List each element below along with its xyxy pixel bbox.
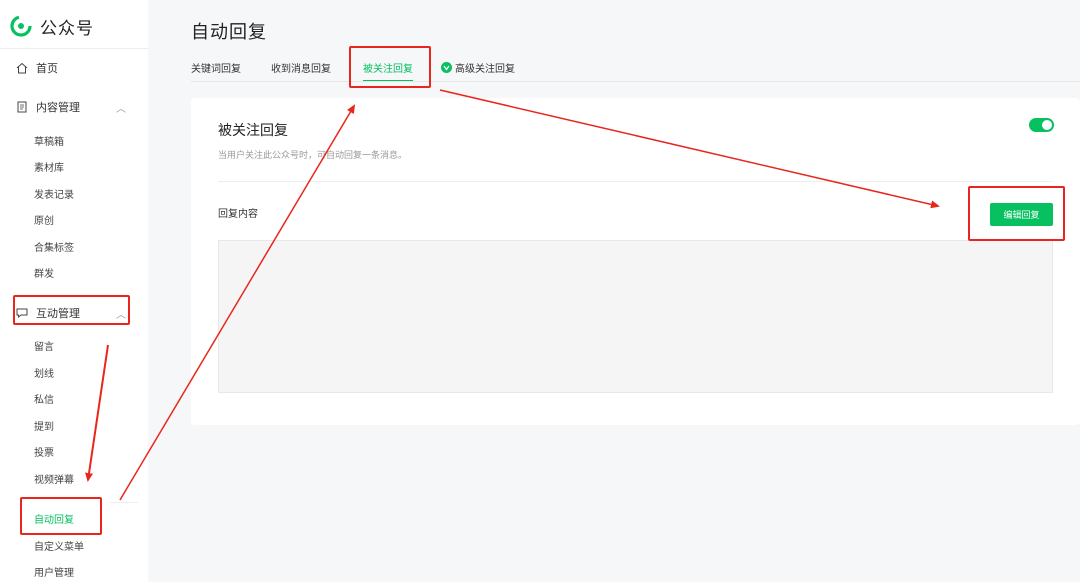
card-title: 被关注回复: [218, 123, 288, 139]
sidebar-divider: [110, 502, 138, 503]
reply-content-label: 回复内容: [218, 209, 258, 220]
sidebar-item-home[interactable]: 首页: [16, 58, 58, 78]
card-description: 当用户关注此公众号时，可自动回复一条消息。: [218, 151, 408, 161]
logo-divider: [0, 48, 148, 49]
sidebar-item-votes[interactable]: 投票: [34, 446, 54, 462]
sidebar-item-custom-menu[interactable]: 自定义菜单: [34, 540, 84, 556]
chevron-up-icon: ︿: [116, 103, 126, 115]
document-icon: [17, 101, 27, 113]
sidebar-item-mass-send[interactable]: 群发: [34, 267, 54, 283]
sidebar-item-highlights[interactable]: 划线: [34, 367, 54, 383]
sidebar-item-materials[interactable]: 素材库: [34, 161, 64, 177]
sidebar-item-mentions[interactable]: 提到: [34, 420, 54, 436]
sidebar-item-drafts[interactable]: 草稿箱: [34, 135, 64, 151]
sidebar-item-label: 首页: [36, 62, 58, 75]
follow-reply-toggle[interactable]: [1029, 118, 1054, 132]
highlight-box-edit-button: [968, 186, 1065, 241]
sidebar-item-user-mgmt[interactable]: 用户管理: [34, 566, 74, 582]
highlight-box-auto-reply: [20, 497, 102, 535]
tab-label: 高级关注回复: [455, 64, 515, 75]
sidebar-item-comments[interactable]: 留言: [34, 340, 54, 356]
sidebar-item-collections[interactable]: 合集标签: [34, 241, 74, 257]
page-title: 自动回复: [191, 22, 267, 43]
sidebar-group-content[interactable]: 内容管理 ︿: [16, 97, 126, 117]
sidebar-item-messages[interactable]: 私信: [34, 393, 54, 409]
highlight-box-interaction: [13, 295, 130, 325]
check-badge-icon: [441, 62, 452, 73]
tabs-border: [191, 81, 1080, 82]
follow-reply-card: 被关注回复 当用户关注此公众号时，可自动回复一条消息。 回复内容 编辑回复: [191, 98, 1080, 425]
sidebar-group-label: 内容管理: [36, 101, 80, 114]
logo-text: 公众号: [40, 18, 94, 39]
sidebar-item-video-danmaku[interactable]: 视频弹幕: [34, 473, 74, 489]
tab-advanced-follow-reply[interactable]: 高级关注回复: [441, 62, 515, 78]
reply-content-box[interactable]: [218, 240, 1053, 393]
sidebar-item-original[interactable]: 原创: [34, 214, 54, 230]
sidebar: 公众号 首页 内容管理 ︿ 草稿箱 素材库 发表记录 原创 合集标签 群发 互动…: [0, 0, 148, 582]
card-divider: [218, 181, 1053, 182]
wechat-mp-logo-icon: [10, 15, 32, 37]
tab-keyword-reply[interactable]: 关键词回复: [191, 62, 241, 78]
sidebar-item-publish-history[interactable]: 发表记录: [34, 188, 74, 204]
logo[interactable]: 公众号: [10, 12, 94, 40]
highlight-box-follow-tab: [349, 46, 431, 88]
home-icon: [16, 62, 28, 74]
tab-message-reply[interactable]: 收到消息回复: [271, 62, 331, 78]
